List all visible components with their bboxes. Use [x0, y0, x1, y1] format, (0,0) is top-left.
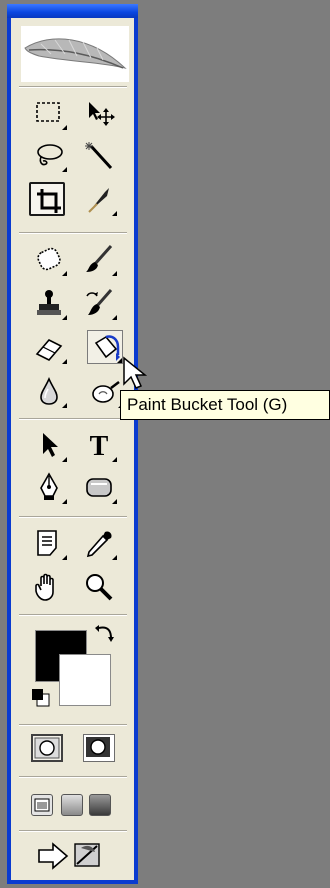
flyout-arrow [62, 359, 67, 364]
tool-eraser[interactable] [31, 330, 67, 364]
type-icon: T [90, 431, 109, 460]
toolbox-panel: T [7, 4, 138, 884]
flyout-arrow [112, 211, 117, 216]
divider [19, 516, 127, 518]
flyout-arrow [62, 315, 67, 320]
move-icon [89, 102, 115, 126]
eraser-icon [35, 339, 63, 361]
tool-path-selection[interactable] [31, 428, 67, 462]
hand-icon [35, 573, 54, 601]
flyout-arrow [62, 125, 67, 130]
tool-zoom[interactable] [81, 570, 117, 604]
tool-eyedropper[interactable] [81, 526, 117, 560]
zoom-icon [86, 574, 113, 601]
crop-icon [37, 189, 61, 213]
healing-brush-icon [37, 247, 61, 271]
rectangular-marquee-icon [36, 102, 60, 122]
mouse-cursor-icon [123, 356, 148, 389]
flyout-arrow [112, 315, 117, 320]
divider [19, 776, 127, 778]
standard-screen-mode-button[interactable] [31, 794, 53, 816]
tool-blur[interactable] [31, 374, 67, 408]
history-brush-icon [86, 289, 113, 315]
jump-to-imageready-icon[interactable] [33, 838, 117, 872]
full-screen-menu-mode-button[interactable] [61, 794, 83, 816]
pen-icon [40, 472, 58, 500]
divider [19, 418, 127, 420]
tool-magic-wand[interactable] [81, 138, 117, 172]
standard-screen-icon [34, 798, 50, 812]
brush-icon [86, 245, 113, 272]
magic-wand-icon [85, 142, 113, 170]
tool-notes[interactable] [31, 526, 67, 560]
divider [19, 724, 127, 726]
flyout-arrow [62, 555, 67, 560]
default-colors-icon[interactable] [31, 688, 53, 710]
dodge-icon [92, 381, 120, 403]
flyout-arrow [112, 271, 117, 276]
tool-rectangular-marquee[interactable] [31, 96, 67, 130]
tool-clone-stamp[interactable] [31, 286, 67, 320]
full-screen-mode-button[interactable] [89, 794, 111, 816]
flyout-arrow [112, 499, 117, 504]
divider [19, 614, 127, 616]
divider [19, 232, 127, 234]
tool-slice[interactable] [81, 182, 117, 216]
lasso-icon [37, 144, 63, 166]
tool-rounded-rectangle[interactable] [81, 470, 117, 504]
flyout-arrow [62, 499, 67, 504]
tool-dodge[interactable] [87, 374, 123, 408]
notes-icon [37, 530, 57, 556]
quick-mask-icon [86, 737, 110, 757]
flyout-arrow [62, 271, 67, 276]
feather-icon [24, 38, 127, 69]
paint-bucket-tooltip: Paint Bucket Tool (G) [120, 390, 330, 420]
flyout-arrow [62, 457, 67, 462]
slice-icon [88, 188, 109, 213]
tool-move[interactable] [81, 96, 117, 130]
flyout-arrow [62, 403, 67, 408]
tool-lasso[interactable] [31, 138, 67, 172]
tool-pen[interactable] [31, 470, 67, 504]
tool-healing-brush[interactable] [31, 242, 67, 276]
feather-logo[interactable] [21, 26, 129, 82]
tool-type[interactable]: T [81, 428, 117, 462]
tool-paint-bucket[interactable] [87, 330, 123, 364]
rounded-rectangle-icon [86, 478, 112, 497]
background-color-swatch[interactable] [59, 654, 111, 706]
tool-brush[interactable] [81, 242, 117, 276]
standard-mode-icon [34, 737, 60, 759]
swap-colors-icon[interactable] [95, 622, 117, 644]
flyout-arrow [112, 555, 117, 560]
tool-history-brush[interactable] [81, 286, 117, 320]
divider [19, 830, 127, 832]
svg-text:T: T [90, 431, 109, 460]
quick-mask-mode-button[interactable] [83, 734, 115, 762]
tool-hand[interactable] [31, 570, 67, 604]
path-selection-icon [43, 433, 58, 457]
flyout-arrow [112, 457, 117, 462]
divider [19, 86, 127, 88]
tool-crop[interactable] [29, 182, 65, 216]
toolbox-title-bar[interactable] [7, 4, 138, 18]
clone-stamp-icon [37, 290, 61, 315]
standard-mode-button[interactable] [31, 734, 63, 762]
eyedropper-icon [86, 531, 112, 558]
blur-icon [40, 377, 58, 405]
flyout-arrow [62, 167, 67, 172]
